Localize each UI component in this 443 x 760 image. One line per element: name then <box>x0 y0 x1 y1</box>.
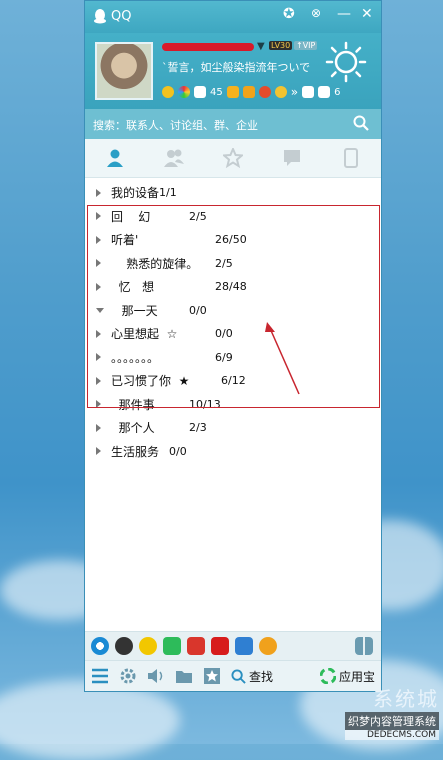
weather-sun-icon[interactable] <box>325 41 367 83</box>
collapsed-arrow-icon <box>96 447 101 456</box>
search-bar[interactable]: 搜索：联系人、讨论组、群、企业 <box>85 109 381 139</box>
minimize-button[interactable]: — <box>337 6 351 22</box>
group-online-count: 0/0 <box>169 444 187 458</box>
search-placeholder: 搜索：联系人、讨论组、群、企业 <box>93 119 258 132</box>
group-online-count: 2/3 <box>189 421 207 435</box>
level-badge[interactable]: LV30 <box>269 41 293 50</box>
app-grid-icon[interactable] <box>355 637 373 655</box>
highlight-box <box>87 205 380 408</box>
window-title: QQ <box>111 9 132 24</box>
annotation-arrow <box>265 322 300 395</box>
shopping-cart-icon[interactable] <box>226 86 239 98</box>
contact-group-list: 我的设备 1/1 回 幻 2/5 听着' 26/50 熟悉的旋律。 2/5 忆 想 28/48… <box>85 178 381 463</box>
security-shield-icon[interactable] <box>235 637 253 655</box>
avatar[interactable] <box>95 42 153 100</box>
star-icon <box>223 148 243 168</box>
find-button[interactable]: 查找 <box>231 668 273 685</box>
chat-bubble-icon <box>284 150 301 166</box>
folder-icon[interactable] <box>175 669 193 684</box>
settings-gear-icon[interactable] <box>119 667 137 685</box>
tab-devices[interactable] <box>322 139 381 177</box>
tab-favorites[interactable] <box>203 139 262 177</box>
group-name: 我的设备 <box>111 186 160 201</box>
collapsed-arrow-icon <box>96 423 101 432</box>
watermark-logo-text: 系统城 <box>373 687 439 711</box>
clothes-icon[interactable] <box>302 86 315 98</box>
main-menu-icon[interactable] <box>91 668 109 684</box>
status-dropdown-icon[interactable]: ▼ <box>257 41 265 52</box>
watermark: 系统城 织梦内容管理系统 DEDECMS.COM <box>345 683 439 740</box>
search-icon <box>231 668 246 684</box>
nickname-redacted[interactable] <box>162 43 254 51</box>
find-label: 查找 <box>249 669 274 684</box>
volume-icon[interactable] <box>147 668 165 684</box>
search-icon[interactable] <box>353 115 369 131</box>
collapsed-arrow-icon <box>96 188 101 197</box>
qq-game-icon[interactable] <box>258 86 271 98</box>
pin-icon[interactable]: ⊗ <box>311 6 321 20</box>
more-plugins-icon[interactable]: » <box>291 85 298 99</box>
bottom-toolbar: 查找 应用宝 <box>85 660 381 691</box>
pet-icon[interactable] <box>274 86 287 98</box>
qq-main-window: QQ ✪ ⊗ — ✕ ▼ LV30 ↑VIP `誓言，如尘般染指流年ついで 45 <box>84 0 382 692</box>
contact-person-icon <box>106 149 123 167</box>
mail-count: 45 <box>210 86 223 98</box>
app-store-label: 应用宝 <box>338 669 375 684</box>
stock-chart-icon[interactable] <box>187 637 205 655</box>
profile-panel: ▼ LV30 ↑VIP `誓言，如尘般染指流年ついで 45 » 6 <box>85 33 381 109</box>
video-play-icon[interactable] <box>163 637 181 655</box>
phone-icon <box>344 148 359 168</box>
group-name: 那个人 <box>111 421 155 436</box>
penguin-app-icon[interactable] <box>115 637 133 655</box>
qzone-star-icon[interactable] <box>162 86 174 98</box>
favorites-star-icon[interactable] <box>203 667 221 685</box>
mail-icon[interactable] <box>194 86 206 98</box>
watermark-line2: DEDECMS.COM <box>345 730 439 740</box>
app-store-button[interactable]: 应用宝 <box>319 668 375 685</box>
tab-messages[interactable] <box>263 139 322 177</box>
close-button[interactable]: ✕ <box>361 6 373 22</box>
group-row[interactable]: 那个人 2/3 <box>85 416 381 440</box>
tab-contacts[interactable] <box>85 139 144 177</box>
group-people-icon <box>163 149 184 167</box>
title-bar[interactable]: QQ ✪ ⊗ — ✕ <box>85 1 381 33</box>
skin-icon[interactable]: ✪ <box>283 6 295 22</box>
app-count: 6 <box>334 86 341 98</box>
tab-groups[interactable] <box>144 139 203 177</box>
plugin-icons-row: 45 » 6 <box>162 85 340 99</box>
color-wheel-icon[interactable] <box>178 86 190 98</box>
app-shortcut-bar <box>85 631 381 660</box>
wallet-icon[interactable] <box>242 86 255 98</box>
group-name: 生活服务 <box>111 444 160 459</box>
pet-game-icon[interactable] <box>259 637 277 655</box>
qq-penguin-icon <box>94 9 106 24</box>
app-manager-icon[interactable] <box>318 86 331 98</box>
app-store-icon <box>319 668 336 684</box>
vip-badge[interactable]: ↑VIP <box>294 41 318 50</box>
group-row[interactable]: 我的设备 1/1 <box>85 181 381 205</box>
main-tabs <box>85 139 381 178</box>
jd-icon[interactable] <box>211 637 229 655</box>
qq-browser-icon[interactable] <box>91 637 109 655</box>
group-row[interactable]: 生活服务 0/0 <box>85 440 381 464</box>
qq-music-icon[interactable] <box>139 637 157 655</box>
signature-text[interactable]: `誓言，如尘般染指流年ついで <box>162 59 310 75</box>
group-online-count: 1/1 <box>159 186 177 200</box>
watermark-line1: 织梦内容管理系统 <box>345 712 439 730</box>
background-cloud <box>0 680 180 760</box>
